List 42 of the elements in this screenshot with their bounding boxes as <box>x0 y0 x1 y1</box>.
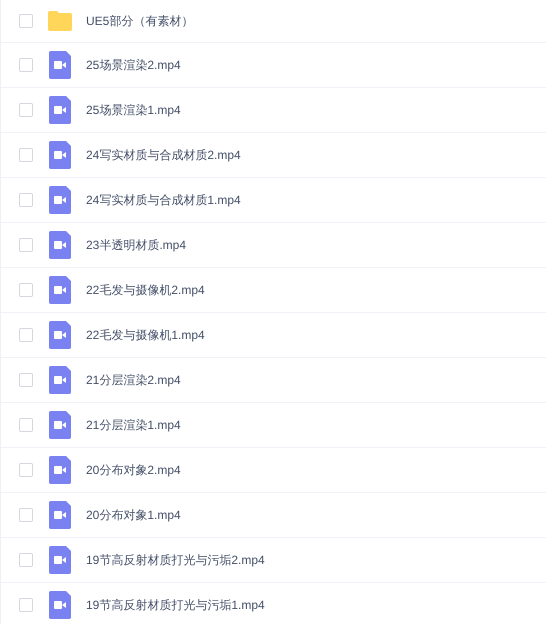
file-name[interactable]: 23半透明材质.mp4 <box>86 236 186 254</box>
checkbox[interactable] <box>19 283 33 297</box>
file-name[interactable]: UE5部分（有素材） <box>86 12 194 30</box>
checkbox[interactable] <box>19 103 33 117</box>
video-file-icon <box>49 321 71 349</box>
file-name[interactable]: 19节高反射材质打光与污垢2.mp4 <box>86 551 265 569</box>
file-name[interactable]: 20分布对象2.mp4 <box>86 461 181 479</box>
checkbox[interactable] <box>19 418 33 432</box>
file-name[interactable]: 20分布对象1.mp4 <box>86 506 181 524</box>
video-file-icon <box>49 456 71 484</box>
video-file-icon <box>49 546 71 574</box>
checkbox[interactable] <box>19 148 33 162</box>
checkbox[interactable] <box>19 553 33 567</box>
checkbox[interactable] <box>19 598 33 612</box>
video-file-icon <box>49 141 71 169</box>
file-name[interactable]: 21分层渲染2.mp4 <box>86 371 181 389</box>
video-file-icon <box>49 591 71 619</box>
file-name[interactable]: 25场景渲染1.mp4 <box>86 101 181 119</box>
file-name[interactable]: 22毛发与摄像机2.mp4 <box>86 281 205 299</box>
checkbox[interactable] <box>19 328 33 342</box>
video-file-icon <box>49 96 71 124</box>
checkbox[interactable] <box>19 14 33 28</box>
file-name[interactable]: 24写实材质与合成材质1.mp4 <box>86 191 241 209</box>
checkbox[interactable] <box>19 58 33 72</box>
video-file-icon <box>49 276 71 304</box>
video-file-icon <box>49 501 71 529</box>
video-file-icon <box>49 411 71 439</box>
checkbox[interactable] <box>19 508 33 522</box>
checkbox[interactable] <box>19 193 33 207</box>
checkbox[interactable] <box>19 463 33 477</box>
checkbox[interactable] <box>19 238 33 252</box>
file-name[interactable]: 24写实材质与合成材质2.mp4 <box>86 146 241 164</box>
file-name[interactable]: 19节高反射材质打光与污垢1.mp4 <box>86 596 265 614</box>
video-file-icon <box>49 231 71 259</box>
folder-icon <box>47 10 73 32</box>
video-file-icon <box>49 51 71 79</box>
video-file-icon <box>49 186 71 214</box>
file-name[interactable]: 25场景渲染2.mp4 <box>86 56 181 74</box>
checkbox[interactable] <box>19 373 33 387</box>
video-file-icon <box>49 366 71 394</box>
file-name[interactable]: 21分层渲染1.mp4 <box>86 416 181 434</box>
file-name[interactable]: 22毛发与摄像机1.mp4 <box>86 326 205 344</box>
